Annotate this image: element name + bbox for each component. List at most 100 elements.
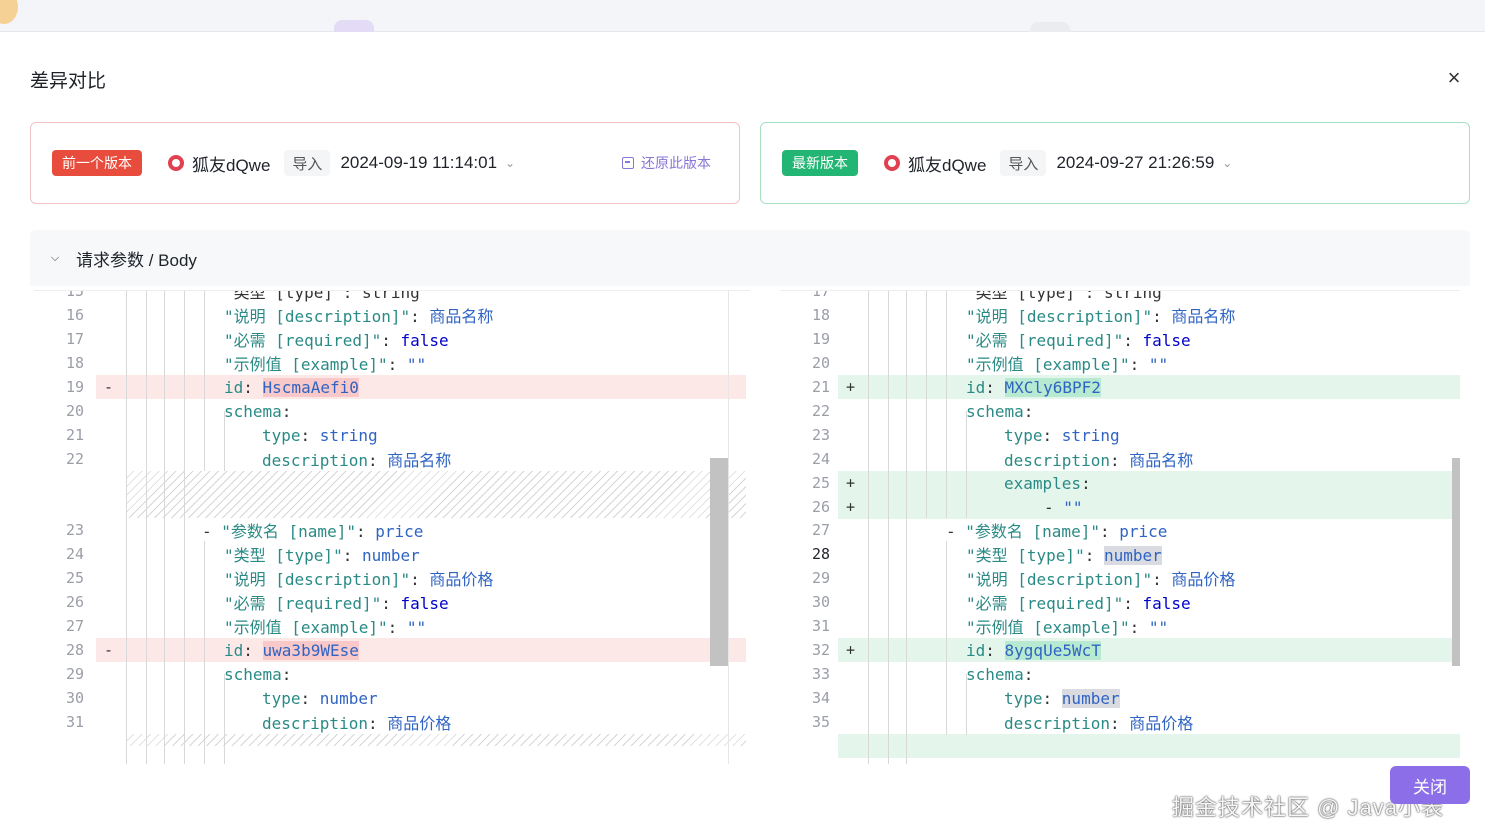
chevron-down-icon[interactable]: ⌵ [48, 251, 62, 265]
line-number: 26 [811, 498, 830, 516]
code-token: : [355, 522, 376, 541]
code-text[interactable]: description: 商品价格 [262, 710, 451, 734]
code-text[interactable]: - "参数名 [name]": price [946, 518, 1167, 542]
line-number: 17 [811, 290, 830, 300]
code-text[interactable]: "类型 [type]": string [966, 290, 1162, 303]
code-text[interactable]: id: uwa3b9WEse [224, 640, 359, 660]
code-text[interactable]: "说明 [description]": 商品名称 [224, 303, 493, 327]
code-token: 商品名称 [387, 451, 452, 470]
code-token: "类型 [type]" [966, 546, 1085, 565]
code-token: "类型 [type]": string [966, 290, 1162, 302]
close-button[interactable]: 关闭 [1390, 766, 1470, 804]
code-text[interactable]: "必需 [required]": false [966, 590, 1191, 614]
line-number: 23 [65, 521, 84, 539]
code-line: 21 + id: MXCly6BPF2 [780, 375, 1460, 399]
code-text[interactable]: description: 商品价格 [1004, 710, 1193, 734]
code-line: 28 - id: uwa3b9WEse [34, 638, 750, 662]
code-token: : [1023, 401, 1034, 421]
vertical-scrollbar[interactable] [710, 458, 728, 666]
code-line: 30 type: number [34, 686, 750, 710]
line-number: 27 [65, 617, 84, 635]
code-token: "" [1148, 355, 1169, 374]
previous-version-diff-pane[interactable]: 15 "类型 [type]": string 16 "说明 [description]… [34, 290, 750, 764]
code-text[interactable]: id: MXCly6BPF2 [966, 377, 1101, 397]
version-timestamp[interactable]: 2024-09-19 11:14:01 [340, 153, 497, 173]
code-text[interactable]: schema: [966, 402, 1033, 421]
code-token: : [1152, 307, 1172, 326]
code-text[interactable]: examples: [1004, 474, 1091, 493]
code-token: string [319, 425, 378, 445]
code-token: : [387, 618, 407, 637]
code-line: 25 "说明 [description]": 商品价格 [34, 566, 750, 590]
line-number: 15 [65, 290, 84, 300]
code-token: : [1081, 473, 1091, 493]
added-line-marker: + [846, 498, 856, 516]
code-token: - [1044, 497, 1064, 517]
code-line: 27 "示例值 [example]": "" [34, 614, 750, 638]
vertical-scrollbar[interactable] [1452, 458, 1460, 666]
code-text[interactable]: "示例值 [example]": "" [224, 351, 426, 375]
latest-version-diff-pane[interactable]: 17 "类型 [type]": string 18 "说明 [description]… [780, 290, 1460, 764]
code-token: string [1061, 425, 1120, 445]
code-text[interactable]: "说明 [description]": 商品价格 [224, 566, 493, 590]
code-token: description [262, 714, 368, 733]
code-text[interactable]: "类型 [type]": number [966, 542, 1162, 566]
code-line: 34 type: number [780, 686, 1460, 710]
code-token: "说明 [description]" [224, 307, 411, 326]
code-text[interactable]: - "参数名 [name]": price [202, 518, 423, 542]
chevron-down-icon[interactable]: ⌄ [1220, 156, 1234, 170]
code-text[interactable]: "说明 [description]": 商品价格 [966, 566, 1235, 590]
code-text[interactable]: - "" [1044, 498, 1083, 517]
code-text[interactable]: description: 商品名称 [1004, 447, 1193, 471]
code-token: : [367, 451, 388, 470]
code-text[interactable]: "类型 [type]": string [224, 291, 420, 303]
code-token: 商品价格 [1129, 714, 1194, 733]
code-token: : [300, 425, 320, 445]
line-number: 24 [811, 450, 830, 468]
added-line-highlight [838, 734, 1460, 758]
code-text[interactable]: description: 商品名称 [262, 447, 451, 471]
code-text[interactable]: "示例值 [example]": "" [224, 614, 426, 638]
code-token: "必需 [required]" [966, 331, 1124, 350]
code-text[interactable]: "类型 [type]": number [224, 542, 420, 566]
code-text[interactable]: "示例值 [example]": "" [966, 614, 1168, 638]
code-text[interactable]: id: 8ygqUe5WcT [966, 640, 1101, 660]
chevron-down-icon[interactable]: ⌄ [503, 156, 517, 170]
code-token: : [300, 688, 320, 708]
code-token: : [281, 664, 292, 684]
line-number: 19 [65, 378, 84, 396]
added-line-marker: + [846, 474, 856, 492]
code-token: : [281, 401, 292, 421]
line-number: 25 [811, 474, 830, 492]
code-text[interactable]: schema: [224, 402, 291, 421]
code-text[interactable]: "必需 [required]": false [966, 327, 1191, 351]
code-token: 商品价格 [429, 570, 494, 589]
code-token: : [342, 546, 362, 565]
close-icon[interactable]: × [1442, 65, 1466, 90]
code-text[interactable]: id: HscmaAefi0 [224, 377, 359, 397]
section-header[interactable]: ⌵ 请求参数 / Body [30, 230, 1470, 286]
code-text[interactable]: type: number [1004, 688, 1120, 708]
code-line: 17 "必需 [required]": false [34, 327, 750, 351]
code-line: 33 schema: [780, 662, 1460, 686]
code-token: id [224, 640, 244, 660]
code-line: 19 "必需 [required]": false [780, 327, 1460, 351]
background-tab [1030, 22, 1070, 32]
line-number: 18 [811, 306, 830, 324]
code-text[interactable]: "必需 [required]": false [224, 327, 449, 351]
added-line-marker: + [846, 641, 856, 659]
code-text[interactable]: type: number [262, 689, 378, 708]
code-token: price [1119, 522, 1168, 541]
code-text[interactable]: "示例值 [example]": "" [966, 351, 1168, 375]
code-text[interactable]: type: string [262, 426, 378, 445]
version-timestamp[interactable]: 2024-09-27 21:26:59 [1056, 153, 1214, 173]
code-line: 35 description: 商品价格 [780, 710, 1460, 734]
code-text[interactable]: type: string [1004, 426, 1120, 445]
code-text[interactable]: "说明 [description]": 商品名称 [966, 303, 1235, 327]
code-text[interactable]: schema: [966, 665, 1033, 684]
code-text[interactable]: schema: [224, 665, 291, 684]
code-token: "说明 [description]" [966, 570, 1153, 589]
code-token: "" [1148, 618, 1169, 637]
restore-version-button[interactable]: 还原此版本 [622, 153, 711, 173]
code-text[interactable]: "必需 [required]": false [224, 590, 449, 614]
